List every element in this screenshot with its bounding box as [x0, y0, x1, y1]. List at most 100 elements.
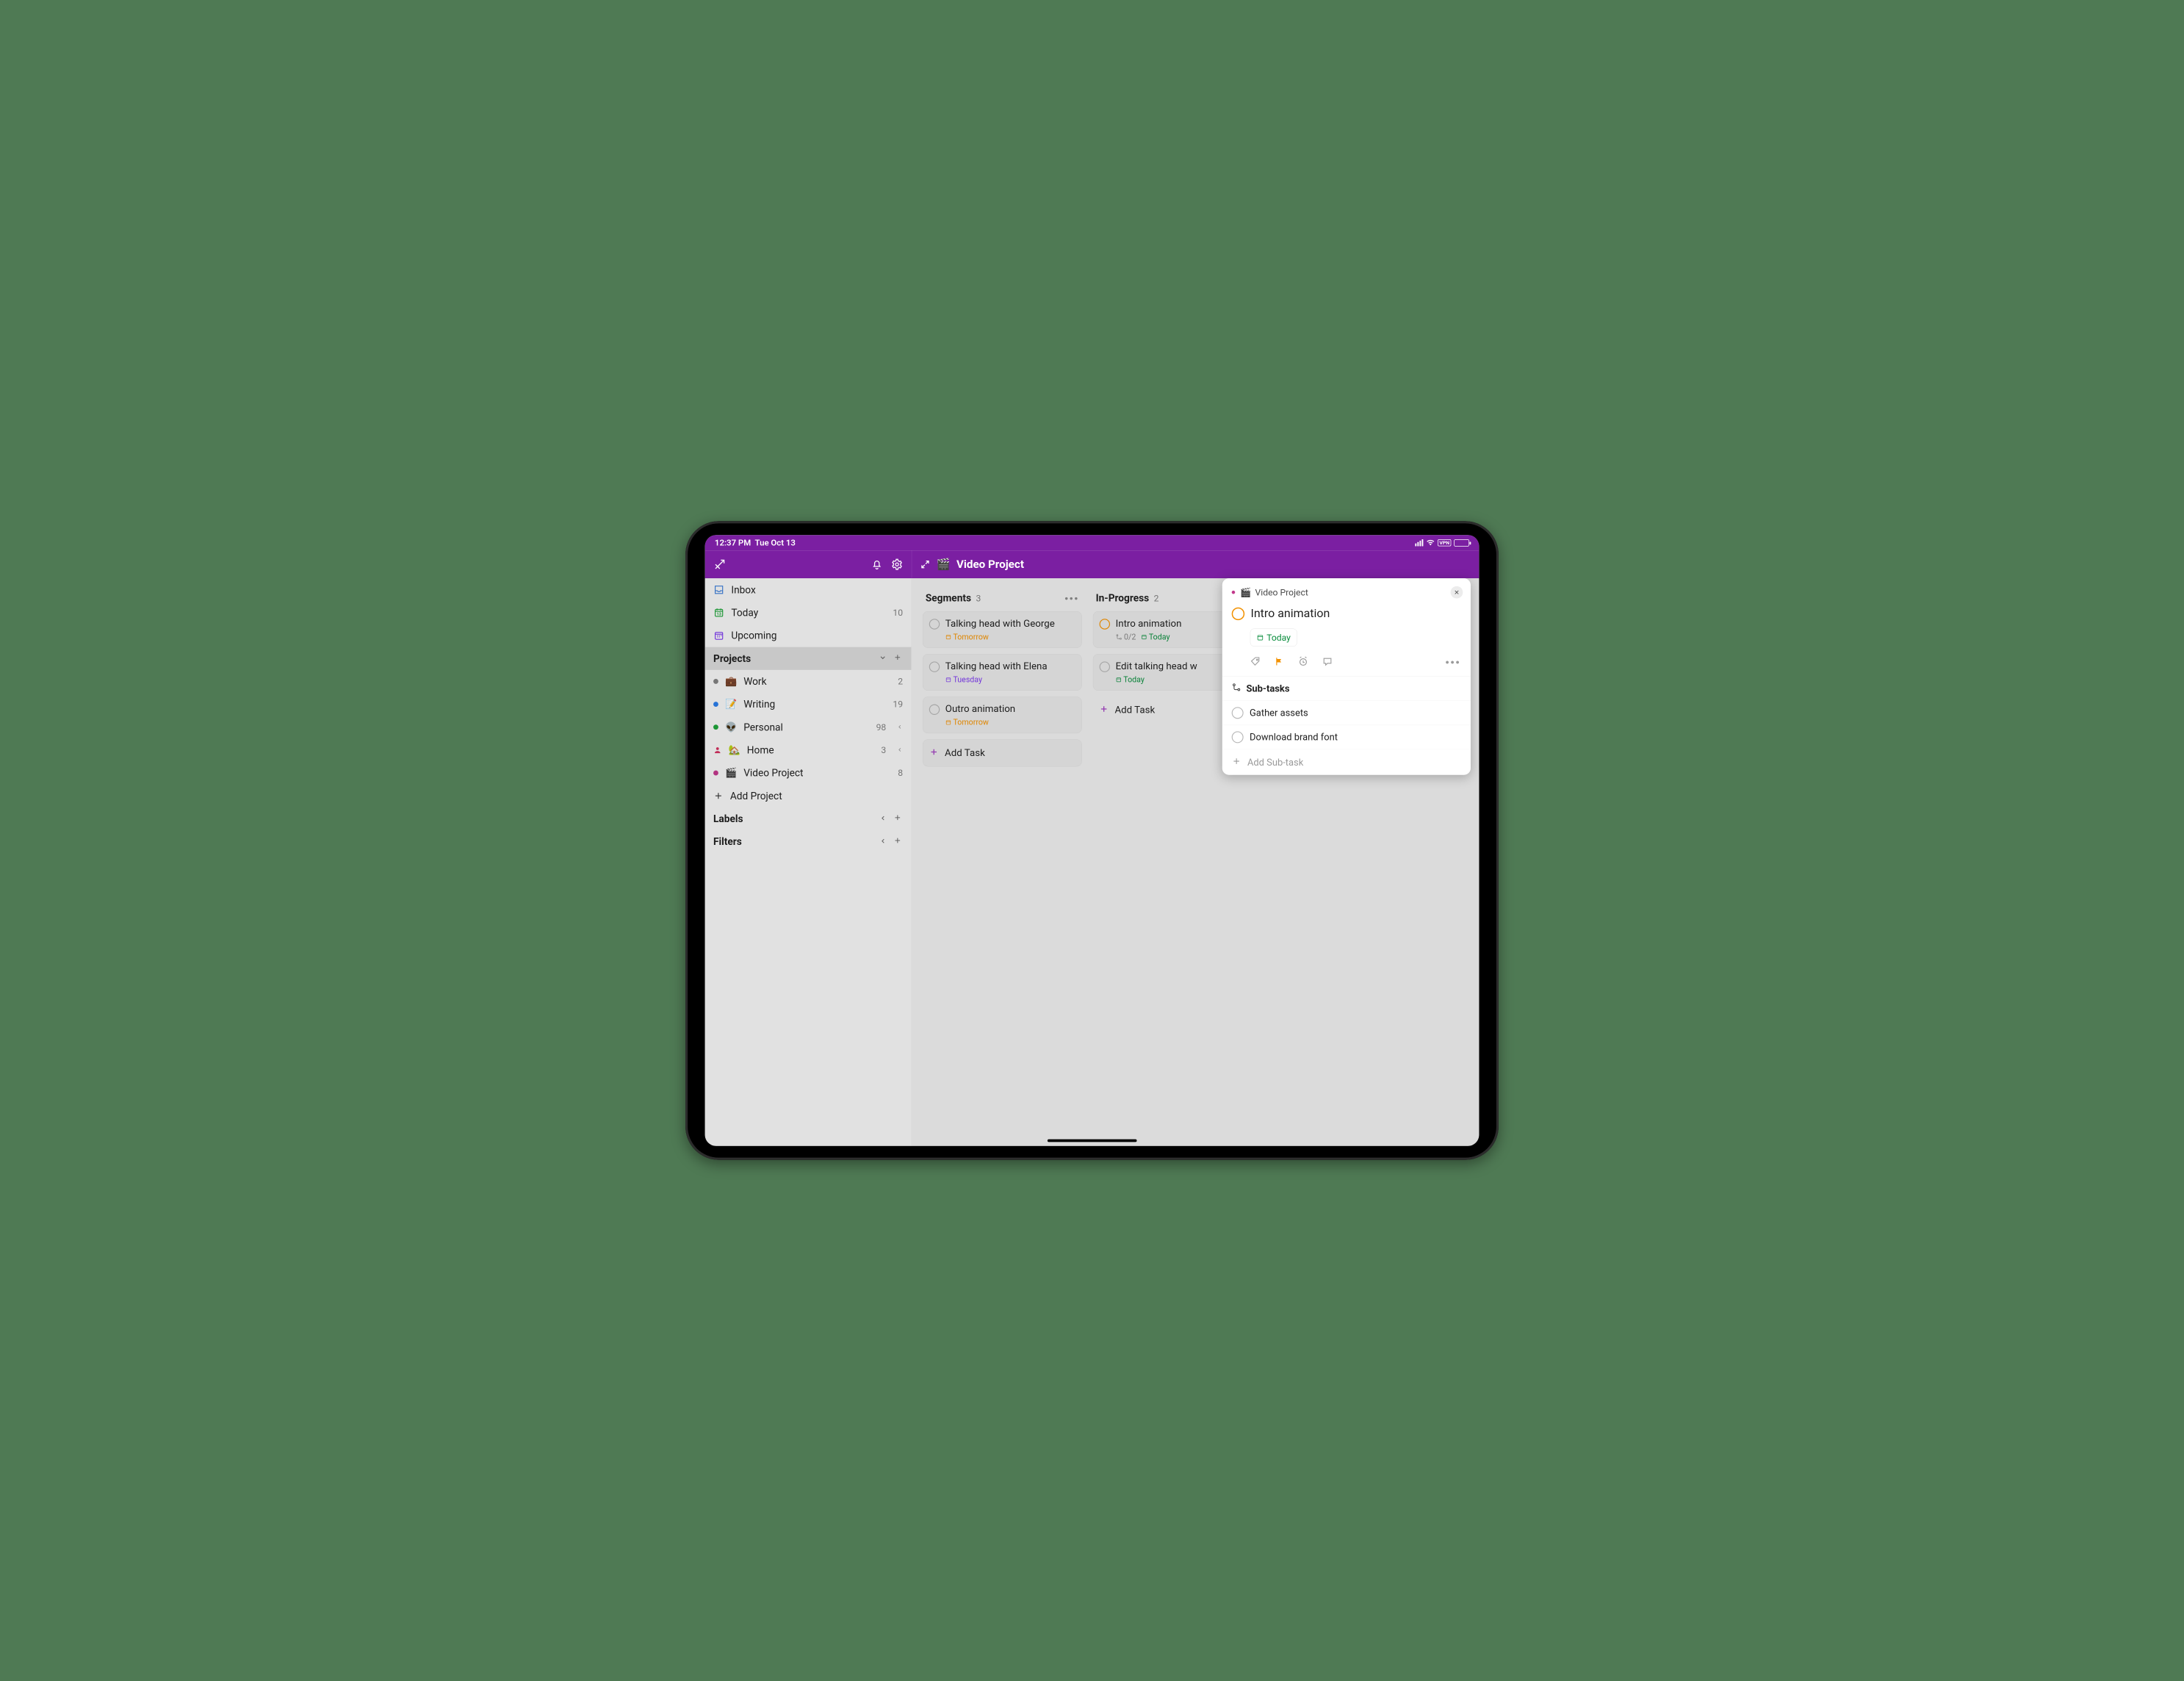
flag-icon[interactable]	[1274, 657, 1284, 668]
subtask-icon	[1232, 683, 1241, 694]
wifi-icon	[1426, 538, 1435, 547]
label-icon[interactable]	[1250, 656, 1261, 668]
task-complete-toggle[interactable]	[1100, 619, 1110, 629]
inbox-icon	[713, 584, 724, 595]
add-task-label: Add Task	[1114, 705, 1155, 716]
add-subtask-label: Add Sub-task	[1247, 757, 1303, 768]
task-detail-panel: 🎬 Video Project Intro animation Today	[1222, 578, 1471, 775]
meta-chip: Tuesday	[945, 675, 982, 685]
project-emoji: 💼	[725, 676, 737, 687]
sidebar-item-inbox[interactable]: Inbox	[705, 578, 912, 601]
sidebar-project-item[interactable]: 💼Work2	[705, 670, 912, 693]
add-project-icon[interactable]	[890, 653, 906, 664]
project-count: 98	[876, 722, 887, 732]
subtask-title: Download brand font	[1250, 732, 1338, 743]
panel-project-emoji: 🎬	[1240, 587, 1251, 597]
sidebar-project-item[interactable]: 🎬Video Project8	[705, 761, 912, 784]
task-complete-toggle[interactable]	[1100, 661, 1110, 672]
panel-project-link[interactable]: 🎬 Video Project	[1240, 587, 1446, 597]
sidebar-section-filters[interactable]: Filters	[705, 830, 912, 853]
sidebar-section-projects[interactable]: Projects	[705, 647, 912, 670]
chevron-down-icon[interactable]	[876, 653, 890, 664]
chevron-left-icon[interactable]	[876, 813, 890, 824]
comment-icon[interactable]	[1322, 656, 1333, 668]
sidebar-project-item[interactable]: 👽Personal98	[705, 716, 912, 738]
sidebar-project-item[interactable]: 🏡Home3	[705, 738, 912, 761]
settings-icon[interactable]	[891, 558, 904, 571]
sidebar: Inbox 13 Today 10 Upcoming Projects	[705, 578, 912, 1146]
subtasks-heading: Sub-tasks	[1222, 677, 1471, 701]
sidebar-label: Upcoming	[731, 630, 903, 641]
project-emoji: 👽	[725, 721, 737, 732]
status-bar: 12:37 PM Tue Oct 13 VPN	[705, 535, 1480, 550]
sidebar-add-project[interactable]: Add Project	[705, 785, 912, 807]
due-date-chip[interactable]: Today	[1250, 629, 1297, 647]
sidebar-label: Today	[731, 607, 886, 619]
meta-chip: Tomorrow	[945, 633, 989, 642]
svg-text:13: 13	[716, 613, 721, 617]
section-label: Filters	[713, 836, 876, 848]
subtask-item[interactable]: Gather assets	[1222, 701, 1471, 725]
sidebar-item-upcoming[interactable]: Upcoming	[705, 624, 912, 647]
task-complete-toggle[interactable]	[1232, 608, 1244, 620]
add-filter-icon[interactable]	[890, 836, 906, 847]
task-card[interactable]: Talking head with Elena Tuesday	[923, 654, 1082, 691]
chevron-left-icon[interactable]	[876, 836, 890, 847]
add-subtask-button[interactable]: Add Sub-task	[1222, 749, 1471, 775]
task-complete-toggle[interactable]	[929, 619, 940, 629]
task-title: Intro animation	[1116, 618, 1182, 630]
close-icon[interactable]	[1451, 586, 1463, 599]
subtask-item[interactable]: Download brand font	[1222, 725, 1471, 749]
project-count: 19	[893, 699, 903, 709]
column-more-icon[interactable]: ●●●	[1064, 594, 1079, 602]
sidebar-count: 10	[893, 608, 903, 618]
reminder-icon[interactable]	[1297, 656, 1308, 669]
project-name: Writing	[743, 699, 886, 710]
task-complete-toggle[interactable]	[929, 705, 940, 715]
task-title: Edit talking head w	[1116, 660, 1197, 672]
task-complete-toggle[interactable]	[929, 661, 940, 672]
task-title: Talking head with Elena	[945, 660, 1048, 672]
task-card[interactable]: Talking head with George Tomorrow	[923, 611, 1082, 648]
chevron-left-icon[interactable]	[893, 722, 903, 732]
more-icon[interactable]: ●●●	[1445, 658, 1460, 666]
panel-project-name: Video Project	[1255, 587, 1308, 597]
task-card[interactable]: Outro animation Tomorrow	[923, 696, 1082, 733]
column-count: 3	[976, 593, 981, 603]
meta-chip: Today	[1116, 675, 1145, 685]
subtasks-label: Sub-tasks	[1246, 683, 1289, 694]
plus-icon	[1099, 703, 1109, 716]
app-header: 🎬 Video Project	[705, 550, 1480, 578]
add-task-button[interactable]: Add Task	[923, 739, 1082, 766]
project-name: Work	[743, 675, 891, 687]
header-title: Video Project	[956, 558, 1024, 571]
project-emoji: 📝	[725, 699, 737, 710]
ipad-device: 12:37 PM Tue Oct 13 VPN	[685, 521, 1499, 1159]
column-name: In-Progress	[1096, 592, 1150, 604]
subtask-complete-toggle[interactable]	[1232, 731, 1244, 743]
chevron-left-icon[interactable]	[893, 746, 903, 755]
task-title: Outro animation	[945, 703, 1015, 715]
app-logo-icon[interactable]	[713, 558, 726, 570]
task-title[interactable]: Intro animation	[1251, 606, 1330, 620]
project-name: Home	[747, 744, 875, 756]
plus-icon	[1232, 755, 1241, 768]
column-header[interactable]: Segments 3 ●●●	[923, 589, 1082, 611]
project-count: 3	[881, 745, 886, 755]
add-project-label: Add Project	[730, 790, 903, 802]
project-dot	[713, 679, 718, 684]
home-indicator[interactable]	[1048, 1140, 1137, 1142]
add-label-icon[interactable]	[890, 813, 906, 824]
sidebar-section-labels[interactable]: Labels	[705, 807, 912, 830]
meta-chip: Today	[1141, 633, 1170, 642]
header-emoji: 🎬	[937, 558, 951, 571]
screen: 12:37 PM Tue Oct 13 VPN	[705, 535, 1480, 1145]
subtask-complete-toggle[interactable]	[1232, 707, 1244, 719]
notifications-icon[interactable]	[871, 558, 883, 571]
expand-icon[interactable]	[920, 559, 931, 569]
sidebar-project-item[interactable]: 📝 Writing 19	[705, 693, 912, 716]
status-date: Tue Oct 13	[755, 538, 796, 547]
project-dot	[713, 702, 718, 707]
sidebar-item-today[interactable]: 13 Today 10	[705, 601, 912, 624]
status-time: 12:37 PM	[715, 538, 751, 547]
